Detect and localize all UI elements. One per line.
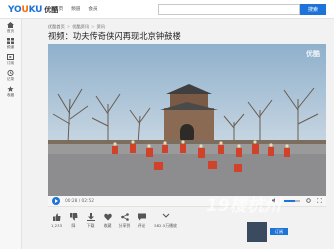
sidebar-item-subscribe[interactable]: 订阅: [0, 53, 21, 67]
comment-icon: [137, 213, 146, 221]
share-button[interactable]: 分享到: [116, 213, 133, 235]
sidebar-item-label: 订阅: [6, 61, 15, 65]
top-nav: 首页 频道 会员: [54, 6, 98, 12]
top-bar: YOUKU 优酷 首页 频道 会员 搜索: [0, 0, 334, 19]
nav-channel[interactable]: 频道: [71, 6, 80, 12]
uploader-avatar[interactable]: [247, 222, 267, 242]
left-sidebar: 首页 频道 订阅 记录 收藏: [0, 19, 22, 249]
player-controls: 00:28 / 02:52: [48, 196, 326, 207]
search-input[interactable]: [159, 5, 299, 14]
download-button[interactable]: 下载: [82, 213, 99, 235]
heart-icon: [103, 213, 112, 221]
download-icon: [86, 213, 95, 221]
video-player[interactable]: 优酷: [48, 44, 326, 196]
sidebar-item-label: 频道: [6, 45, 15, 49]
settings-icon[interactable]: [306, 197, 311, 205]
video-frame-image: [48, 44, 326, 196]
dislike-button[interactable]: 踩: [65, 213, 82, 235]
favorite-button[interactable]: 收藏: [99, 213, 116, 235]
dislike-label: 踩: [71, 223, 76, 228]
thumbs-up-icon: [52, 213, 61, 221]
youku-logo[interactable]: YOUKU 优酷: [8, 4, 58, 15]
sidebar-item-label: 收藏: [6, 93, 15, 97]
share-icon: [120, 213, 129, 221]
nav-home[interactable]: 首页: [54, 6, 63, 12]
sidebar-item-favorites[interactable]: 收藏: [0, 85, 21, 99]
volume-level: [284, 200, 295, 202]
search-button-label: 搜索: [307, 7, 318, 13]
channel-icon: [7, 38, 14, 44]
download-label: 下载: [86, 223, 95, 228]
comment-label: 评论: [137, 223, 146, 228]
video-title: 视频：功夫传奇侠闪再现北京钟鼓楼: [48, 31, 181, 41]
logo-wordmark: YOUKU: [8, 4, 43, 15]
sidebar-item-label: 记录: [6, 77, 15, 81]
sidebar-item-channel[interactable]: 频道: [0, 37, 21, 51]
comment-button[interactable]: 评论: [133, 213, 150, 235]
sidebar-item-home[interactable]: 首页: [0, 21, 21, 35]
action-bar: 1,233 踩 下载 收藏 分享到 评论 582.5万播放: [48, 213, 248, 235]
play-count-label: 582.5万播放: [154, 223, 177, 228]
subscribe-label: 订阅: [274, 228, 284, 234]
search-button[interactable]: 搜索: [300, 4, 326, 15]
thumbs-down-icon: [69, 213, 78, 221]
overlay-watermark: 19楼杭州: [206, 196, 281, 216]
subscribe-button[interactable]: 订阅: [270, 228, 288, 235]
play-count-icon: [161, 213, 170, 221]
volume-slider[interactable]: [284, 200, 300, 202]
sidebar-item-history[interactable]: 记录: [0, 69, 21, 83]
favorite-label: 收藏: [103, 223, 112, 228]
star-icon: [7, 86, 14, 92]
play-count: 582.5万播放: [150, 213, 181, 235]
search-box: [158, 4, 300, 15]
sidebar-item-label: 首页: [6, 29, 15, 33]
play-button[interactable]: [52, 197, 60, 205]
home-icon: [7, 22, 14, 28]
share-label: 分享到: [118, 223, 131, 228]
history-icon: [7, 70, 14, 76]
like-count: 1,233: [50, 223, 63, 228]
nav-member[interactable]: 会员: [88, 6, 97, 12]
time-display: 00:28 / 02:52: [65, 198, 94, 204]
video-watermark: 优酷: [306, 50, 320, 58]
subscribe-icon: [7, 54, 14, 60]
fullscreen-icon[interactable]: [316, 197, 323, 205]
like-button[interactable]: 1,233: [48, 213, 65, 235]
